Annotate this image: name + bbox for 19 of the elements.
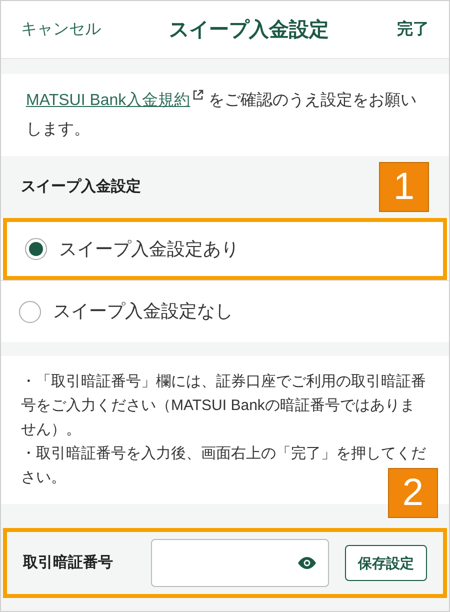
eye-icon[interactable] <box>298 557 316 569</box>
done-button[interactable]: 完了 <box>397 18 429 42</box>
section-title: スイープ入金設定 <box>21 176 141 197</box>
intro-text: MATSUI Bank入金規約 をご確認のうえ設定をお願いします。 <box>26 86 424 144</box>
radio-option[interactable]: スイープ入金設定なし <box>1 280 449 342</box>
radio-button[interactable] <box>19 300 41 322</box>
external-link-icon <box>192 89 204 101</box>
terms-link[interactable]: MATSUI Bank入金規約 <box>26 92 204 109</box>
note-text: ・「取引暗証番号」欄には、証券口座でご利用の取引暗証番号をご入力ください（MATSUI Bankの暗証番号ではありません）。 <box>21 372 427 440</box>
callout-badge: 1 <box>379 162 429 212</box>
option-label: スイープ入金設定あり <box>59 238 239 260</box>
page-title: スイープ入金設定 <box>169 18 329 42</box>
pin-label: 取引暗証番号 <box>23 552 114 573</box>
option-label: スイープ入金設定なし <box>53 300 233 323</box>
radio-button[interactable] <box>25 238 47 260</box>
cancel-button[interactable]: キャンセル <box>21 18 101 42</box>
save-settings-button[interactable]: 保存設定 <box>345 545 427 581</box>
radio-option[interactable]: スイープ入金設定あり <box>3 218 447 280</box>
pin-input-field[interactable] <box>151 539 329 587</box>
